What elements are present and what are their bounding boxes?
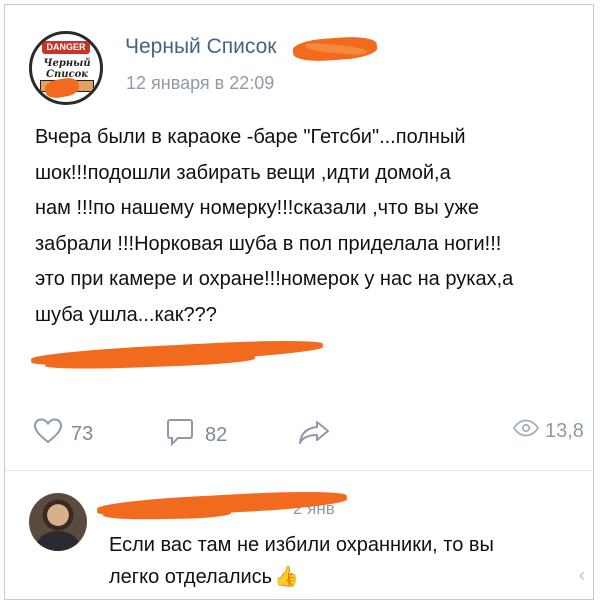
like-button[interactable]: 73	[33, 417, 93, 451]
post-text-line: это при камере и охране!!!номерок у нас …	[35, 268, 514, 290]
post-text-line: забрали !!!Норковая шуба в пол приделала…	[35, 232, 502, 255]
post-actions: 73 82 13,8	[5, 413, 595, 453]
comment-bubble-icon	[165, 417, 195, 453]
comment-text-part: легко отделались	[109, 566, 273, 588]
share-button[interactable]	[297, 419, 331, 451]
views-counter: 13,8	[512, 419, 584, 443]
censor-scribble	[102, 505, 232, 521]
commenter-avatar[interactable]	[29, 493, 87, 551]
share-arrow-icon	[297, 419, 331, 451]
danger-badge: DANGER	[42, 41, 90, 54]
comment-text: Если вас там не избили охранники, то вы …	[109, 529, 569, 593]
section-divider	[5, 470, 595, 471]
eye-icon	[512, 419, 540, 443]
post-card: DANGER Черный Список Черный Список 12 ян…	[4, 4, 595, 600]
like-count: 73	[71, 422, 94, 445]
chevron-icon[interactable]: ‹	[579, 565, 585, 586]
thumbs-up-emoji: 👍	[274, 566, 300, 588]
post-text-line: Вчера были в караоке -баре "Гетсби"...по…	[35, 126, 466, 148]
community-name[interactable]: Черный Список	[125, 35, 276, 59]
comment-text-line: легко отделались 👍	[109, 561, 569, 593]
post-timestamp[interactable]: 12 января в 22:09	[126, 73, 274, 94]
comment-text-line: Если вас там не избили охранники, то вы	[109, 534, 494, 556]
post-text: Вчера были в караоке -баре "Гетсби"...по…	[35, 120, 555, 333]
comment-button[interactable]: 82	[165, 417, 227, 453]
avatar-figure	[37, 531, 79, 551]
post-text-line: шок!!!подошли забирать вещи ,идти домой,…	[35, 161, 451, 184]
avatar-logo-text: Черный Список	[43, 58, 91, 80]
views-count: 13,8	[545, 419, 584, 442]
post-text-line: шуба ушла...как???	[35, 303, 217, 326]
post-text-line: нам !!!по нашему номерку!!!сказали ,что …	[35, 197, 479, 219]
heart-icon	[33, 417, 63, 451]
comment-count: 82	[205, 423, 228, 446]
